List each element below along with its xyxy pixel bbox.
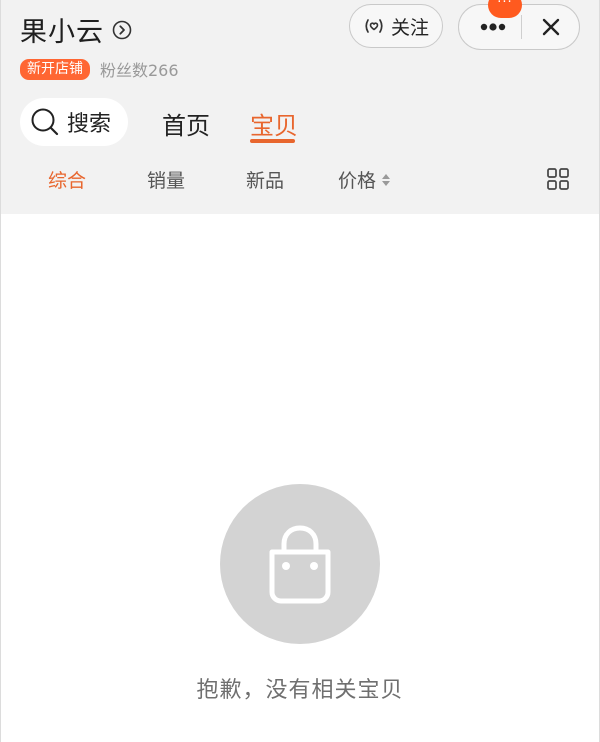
follow-button[interactable]: 关注	[349, 4, 443, 48]
empty-state-illustration	[220, 484, 380, 644]
shop-header: 果小云 新开店铺 粉丝数266 关注 ··· 搜索 首页 宝贝 综合 销量 新品…	[0, 0, 600, 214]
shopping-bag-icon	[269, 525, 331, 604]
more-dots-icon	[480, 22, 506, 31]
broadcast-icon	[365, 19, 383, 33]
notification-badge: ···	[488, 0, 522, 18]
capsule-divider	[521, 15, 522, 39]
sort-price[interactable]: 价格	[338, 166, 391, 193]
search-label: 搜索	[67, 112, 112, 137]
shop-name: 果小云	[20, 17, 104, 48]
sort-price-label: 价格	[338, 170, 377, 192]
follow-label: 关注	[390, 16, 429, 39]
active-tab-indicator	[250, 139, 295, 143]
tab-home[interactable]: 首页	[162, 106, 210, 141]
empty-state-message: 抱歉，没有相关宝贝	[196, 678, 404, 703]
fans-count: 粉丝数266	[100, 61, 179, 80]
sort-arrows-icon	[382, 173, 391, 186]
sort-sales[interactable]: 销量	[147, 166, 185, 193]
shop-title[interactable]: 果小云	[20, 10, 132, 49]
close-button[interactable]	[523, 5, 579, 48]
close-icon	[542, 18, 560, 35]
shop-meta: 新开店铺 粉丝数266	[20, 57, 179, 81]
new-shop-badge: 新开店铺	[20, 58, 90, 80]
chevron-right-icon	[112, 20, 132, 39]
sort-new[interactable]: 新品	[246, 166, 284, 193]
sort-comprehensive[interactable]: 综合	[48, 166, 86, 193]
grid-view-icon[interactable]	[546, 167, 570, 191]
search-button[interactable]: 搜索	[20, 98, 128, 146]
tab-products[interactable]: 宝贝	[250, 106, 298, 141]
search-icon	[31, 108, 59, 136]
